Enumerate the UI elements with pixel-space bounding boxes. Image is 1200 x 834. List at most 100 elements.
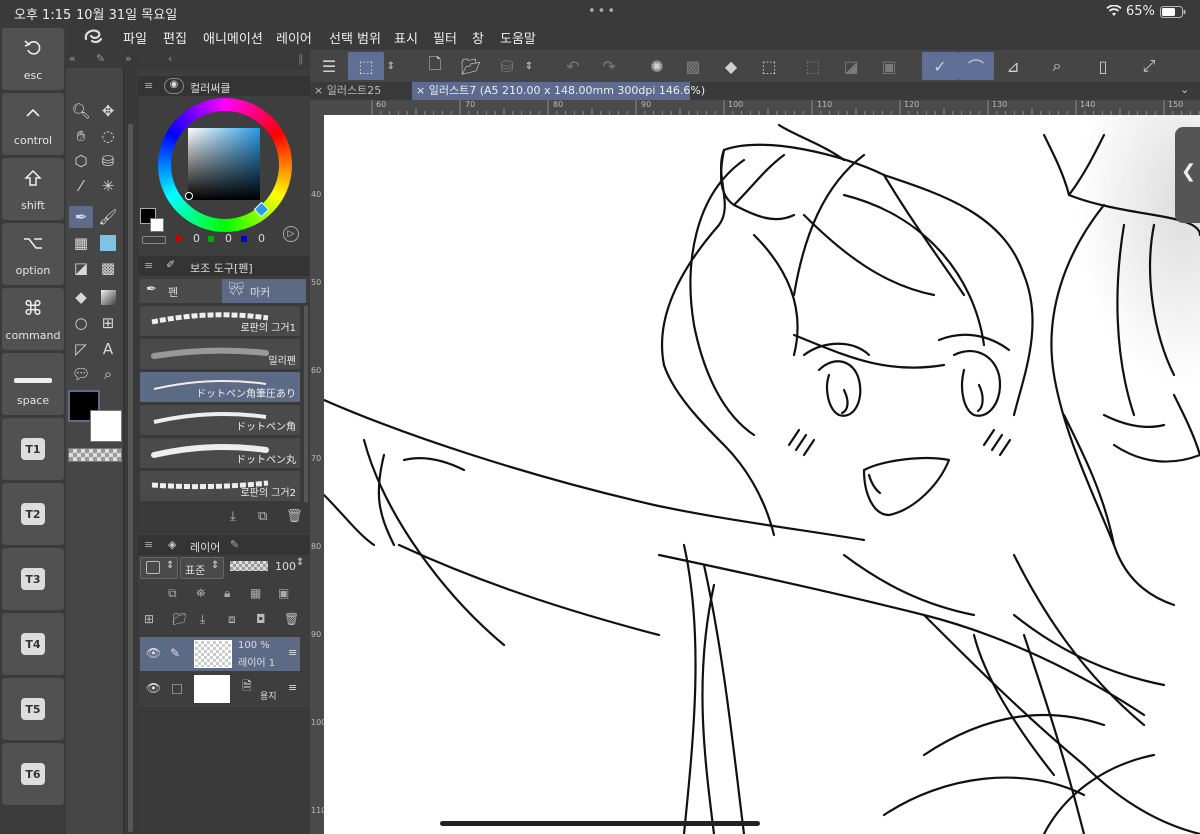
decoration-tool-icon[interactable]: ▦ [69, 232, 93, 254]
menu-edit[interactable]: 편집 [163, 28, 187, 47]
brush-tool-icon[interactable]: 🖌︎ [96, 206, 120, 228]
tool-panel-scrollbar[interactable] [128, 124, 133, 832]
menu-file[interactable]: 파일 [123, 28, 147, 47]
redo-icon[interactable]: ↷ [594, 52, 624, 80]
play-icon[interactable]: ▷ [283, 226, 299, 242]
layer-tab-icon[interactable]: ◈ [168, 538, 176, 551]
control-key-button[interactable]: control [2, 93, 64, 155]
balloon-tool-icon[interactable]: 💬︎ [69, 363, 93, 385]
brush-download-icon[interactable]: ⤓ [230, 509, 236, 524]
toolbar-stepper-icon[interactable]: ⇕ [384, 52, 398, 80]
frame-tool-icon[interactable]: ⊞ [96, 312, 120, 334]
close-tab-icon[interactable]: × [416, 84, 429, 97]
quick-access-icon[interactable]: ⬚ [348, 52, 384, 80]
fullscreen-icon[interactable]: ⤢ [1134, 52, 1164, 80]
new-raster-layer-icon[interactable]: ⊞ [144, 612, 154, 626]
clip-layer-icon[interactable]: ⧉ [168, 586, 177, 601]
selection-border-icon[interactable]: ▣ [874, 52, 904, 80]
hand-tool-icon[interactable]: ✋︎ [69, 125, 93, 147]
pressure-icon[interactable]: ⌒ [958, 52, 994, 80]
fill-tool-icon[interactable]: ◆ [69, 286, 93, 308]
object-tool-icon[interactable]: ⬡ [69, 150, 93, 172]
sub-color-swatch[interactable] [90, 410, 122, 442]
brush-duplicate-icon[interactable]: ⧉ [258, 509, 267, 524]
dock-grip-icon[interactable]: ‖ [298, 52, 304, 65]
loading-icon[interactable]: ✺ [642, 52, 672, 80]
color-mode-icon[interactable] [142, 236, 166, 244]
color-circle-tab-icon[interactable]: ◉ [164, 78, 184, 94]
saturation-value-square[interactable] [188, 128, 260, 200]
option-key-button[interactable]: option [2, 223, 64, 285]
opacity-stepper-icon[interactable]: ⇕ [296, 557, 304, 568]
color-picker-handle[interactable] [185, 192, 193, 200]
layer-row[interactable]: 👁︎ 🗎 용지 ≡ [140, 672, 300, 706]
snap-icon[interactable]: ⊿ [998, 52, 1028, 80]
transfer-down-icon[interactable]: ⤓ [200, 612, 205, 627]
layer-drag-handle-icon[interactable]: ≡ [288, 681, 297, 694]
new-file-icon[interactable]: 🗋 [420, 52, 450, 80]
transform-icon[interactable]: ⬚ [754, 52, 784, 80]
brush-item[interactable]: ドットペン丸 [140, 438, 300, 469]
undo-icon[interactable]: ↶ [558, 52, 588, 80]
multitask-dots-icon[interactable]: ••• [588, 4, 617, 19]
color-wheel[interactable] [158, 98, 292, 232]
t2-key-button[interactable]: T2 [2, 483, 64, 545]
menu-help[interactable]: 도움말 [500, 28, 536, 47]
tab-illust7-active[interactable]: × 일러스트7 (A5 210.00 x 148.00mm 300dpi 146… [412, 82, 705, 100]
pen-tab-icon[interactable]: ✎ [96, 52, 105, 65]
t6-key-button[interactable]: T6 [2, 743, 64, 805]
space-key-button[interactable]: space [2, 353, 64, 415]
eye-icon[interactable]: 👁︎ [146, 646, 161, 660]
airbrush-tool-icon[interactable] [96, 232, 120, 254]
figure-tool-icon[interactable]: ○ [69, 312, 93, 334]
save-icon[interactable]: ⛁ [492, 52, 522, 80]
close-tab-icon[interactable]: × [314, 84, 327, 97]
combine-layer-icon[interactable]: ⧈ [228, 612, 236, 627]
panel-menu-icon[interactable]: ≡ [144, 538, 153, 551]
collapse-left-icon[interactable]: « [69, 52, 76, 65]
panel-sub-color[interactable] [150, 218, 164, 232]
eye-icon[interactable]: 👁︎ [146, 681, 161, 695]
panel-menu-icon[interactable]: ≡ [144, 259, 153, 272]
stabilization-icon[interactable]: ✓ [922, 52, 958, 80]
menu-animation[interactable]: 애니메이션 [203, 28, 263, 47]
open-folder-icon[interactable]: 📂︎ [456, 52, 486, 80]
layer-mask-icon[interactable]: ◘ [256, 612, 266, 626]
subtool-tab-marker[interactable]: 🎀︎ 마커 [222, 279, 306, 303]
dock-collapse-icon[interactable]: ‹ [168, 52, 172, 65]
brush-item[interactable]: 밀리펜 [140, 339, 300, 370]
tab-illust25[interactable]: × 일러스트25 [310, 82, 410, 100]
layer-row-selected[interactable]: 👁︎ ✎ 100 % 레이어 1 ≡ [140, 637, 300, 671]
clear-icon[interactable]: ▩ [678, 52, 708, 80]
t1-key-button[interactable]: T1 [2, 418, 64, 480]
new-folder-icon[interactable]: 📁︎ [172, 612, 187, 626]
delete-layer-icon[interactable]: 🗑︎ [284, 612, 299, 626]
layer-property-tab-icon[interactable]: ✎ [230, 538, 239, 551]
deselect-icon[interactable]: ⬚ [798, 52, 828, 80]
move-tool-icon[interactable]: ✥ [96, 100, 120, 122]
menu-view[interactable]: 표시 [394, 28, 418, 47]
lasso-tool-icon[interactable]: ◌ [96, 125, 120, 147]
layer-drag-handle-icon[interactable]: ≡ [288, 646, 297, 659]
transparent-color-swatch[interactable] [68, 448, 122, 462]
menu-selection[interactable]: 선택 범위 [329, 28, 381, 47]
brush-item[interactable]: 로판의 그거1 [140, 306, 300, 337]
layer-color-select[interactable]: ⇕ [140, 557, 178, 579]
blend-mode-select[interactable]: 표준 ⇕ [180, 557, 224, 579]
menu-layer[interactable]: 레이어 [276, 28, 312, 47]
selection-pen-icon[interactable]: ⛁ [96, 150, 120, 172]
menu-window[interactable]: 창 [472, 28, 484, 47]
brush-list-scrollbar[interactable] [304, 306, 308, 502]
command-key-button[interactable]: ⌘ command [2, 288, 64, 350]
esc-key-button[interactable]: esc [2, 28, 64, 90]
t3-key-button[interactable]: T3 [2, 548, 64, 610]
smartphone-icon[interactable]: ▯ [1088, 52, 1118, 80]
brush-item-selected[interactable]: ドットペン角筆圧あり [140, 372, 300, 403]
t5-key-button[interactable]: T5 [2, 678, 64, 740]
blend-tool-icon[interactable]: ▩ [96, 257, 120, 279]
save-stepper-icon[interactable]: ⇕ [522, 52, 536, 80]
subtool-tab-icon[interactable]: ✐ [166, 258, 175, 271]
gradient-tool-icon[interactable] [96, 286, 120, 308]
drawing-canvas[interactable]: ❮ [324, 115, 1200, 834]
home-indicator[interactable] [440, 821, 760, 826]
